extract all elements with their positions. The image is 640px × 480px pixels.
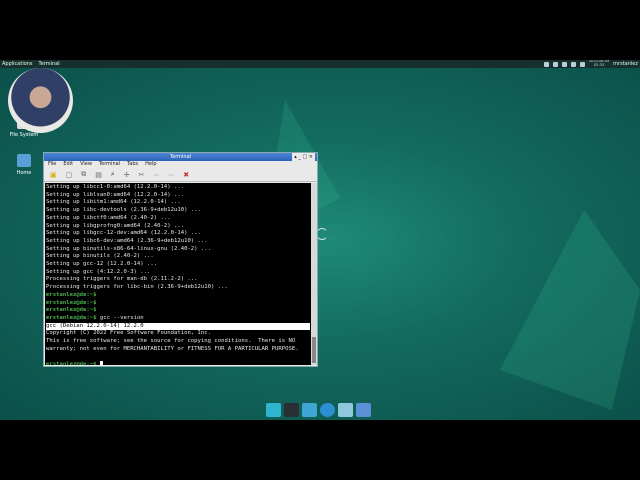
output-line: Setting up gcc-12 (12.2.0-14) ... (46, 261, 158, 268)
title-bar[interactable]: Terminal ▴ _ □ × (44, 153, 317, 161)
taskbar-terminal[interactable]: Terminal (39, 60, 60, 68)
webcam-overlay (8, 68, 73, 133)
app-finder-icon[interactable] (338, 403, 353, 417)
output-line: Setting up gcc (4:12.2.0-3) ... (46, 268, 151, 275)
time: 02:33 (593, 63, 605, 67)
terminal-window[interactable]: Terminal ▴ _ □ × File Edit View Terminal… (43, 152, 318, 367)
output-line: Setting up libgprofng0:amd64 (2.40-2) ..… (46, 222, 185, 229)
volume-icon[interactable] (561, 61, 567, 67)
user-name[interactable]: mrstanlez (613, 60, 638, 68)
prompt: mrstanlez@de:~$ (46, 307, 97, 314)
menu-help[interactable]: Help (145, 161, 156, 168)
search-icon[interactable]: ⌕ (111, 170, 115, 179)
terminal-output[interactable]: Setting up libcc1-0:amd64 (12.2.0-14) ..… (45, 183, 311, 365)
prompt: mrstanlez@de:~$ (46, 291, 97, 298)
scrollbar[interactable] (311, 183, 317, 365)
menu-edit[interactable]: Edit (63, 161, 73, 168)
web-browser-icon[interactable] (320, 403, 335, 417)
close-tab-icon[interactable]: ✖ (183, 171, 189, 179)
wallpaper-shape (500, 210, 640, 410)
selected-output-line: gcc (Debian 12.2.0-14) 12.2.0 (46, 322, 310, 331)
icon-label: Home (16, 170, 32, 176)
clock[interactable]: 2025-06-09 02:33 (589, 60, 609, 67)
text-cursor (99, 361, 103, 365)
output-line: Setting up binutils (2.40-2) ... (46, 253, 154, 260)
output-line: Setting up libgcc-12-dev:amd64 (12.2.0-1… (46, 230, 201, 237)
output-line: Setting up binutils-x86-64-linux-gnu (2.… (46, 245, 212, 252)
new-window-icon[interactable]: ▢ (66, 171, 73, 179)
preferences-icon[interactable]: ✂ (139, 171, 145, 179)
desktop-icon-home[interactable]: Home (4, 154, 44, 176)
menu-bar: File Edit View Terminal Tabs Help (44, 161, 317, 168)
output-line: Setting up libitm1:amd64 (12.2.0-14) ... (46, 199, 181, 206)
show-desktop-icon[interactable] (266, 403, 281, 417)
desktop: Applications Terminal 2025-06-09 02:33 mr… (0, 60, 640, 420)
file-manager-icon[interactable] (302, 403, 317, 417)
icon-label: File System (9, 132, 39, 138)
output-line: This is free software; see the source fo… (46, 338, 296, 345)
command: gcc --version (96, 314, 144, 321)
copy-icon[interactable]: ⧉ (81, 170, 86, 179)
menu-view[interactable]: View (80, 161, 92, 168)
fullscreen-icon[interactable]: ✛ (124, 171, 130, 179)
prompt: mrstanlez@de:~$ (46, 299, 97, 306)
top-panel: Applications Terminal 2025-06-09 02:33 mr… (0, 60, 640, 68)
dock (266, 403, 371, 417)
applications-menu[interactable]: Applications (2, 60, 33, 68)
menu-tabs[interactable]: Tabs (127, 161, 138, 168)
menu-file[interactable]: File (48, 161, 56, 168)
back-icon[interactable]: ⇦ (154, 171, 160, 179)
power-icon[interactable] (570, 61, 576, 67)
output-line: Setting up libc6-dev:amd64 (2.36-9+deb12… (46, 237, 208, 244)
output-line: warranty; not even for MERCHANTABILITY o… (46, 345, 299, 352)
output-line: Setting up liblsan0:amd64 (12.2.0-14) ..… (46, 191, 185, 198)
forward-icon[interactable]: ⇨ (168, 171, 174, 179)
prompt: mrstanlez@de:~$ (46, 361, 97, 365)
toolbar: ▣ ▢ ⧉ ▤ ⌕ ✛ ✂ ⇦ ⇨ ✖ (44, 168, 317, 182)
output-line: Setting up libc-devtools (2.36-9+deb12u1… (46, 207, 201, 214)
notification-icon[interactable] (579, 61, 585, 67)
output-line: Copyright (C) 2022 Free Software Foundat… (46, 330, 212, 337)
window-controls[interactable]: ▴ _ □ × (292, 153, 315, 161)
terminal-icon[interactable] (284, 403, 299, 417)
output-line: Setting up libctf0:amd64 (2.40-2) ... (46, 214, 171, 221)
paste-icon[interactable]: ▤ (95, 171, 102, 179)
network-icon[interactable] (552, 61, 558, 67)
home-folder-icon (17, 154, 31, 167)
menu-terminal[interactable]: Terminal (99, 161, 120, 168)
output-line: Setting up libcc1-0:amd64 (12.2.0-14) ..… (46, 184, 185, 190)
clipboard-icon[interactable] (543, 61, 549, 67)
output-line: Processing triggers for libc-bin (2.36-9… (46, 284, 228, 291)
scrollbar-thumb[interactable] (312, 337, 316, 363)
folder-icon[interactable] (356, 403, 371, 417)
window-title: Terminal (169, 154, 192, 160)
prompt: mrstanlez@de:~$ (46, 314, 97, 321)
output-line: Processing triggers for man-db (2.11.2-2… (46, 276, 198, 283)
new-tab-icon[interactable]: ▣ (50, 171, 57, 179)
